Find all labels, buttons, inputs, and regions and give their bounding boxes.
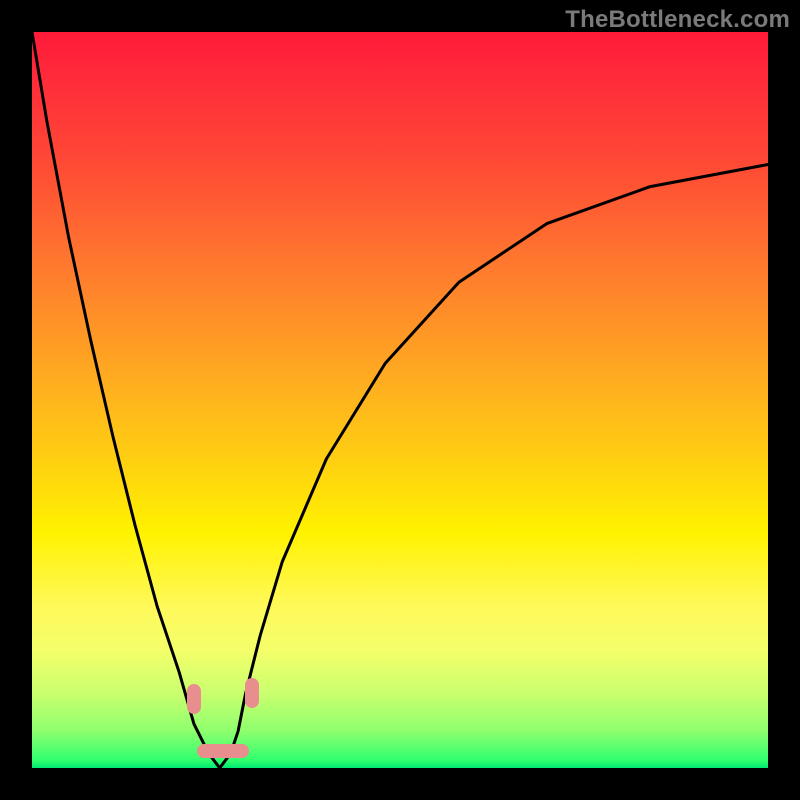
plot-area — [32, 32, 768, 768]
marker-right — [245, 678, 259, 708]
marker-bottom — [197, 744, 249, 758]
chart-frame: TheBottleneck.com — [0, 0, 800, 800]
bottleneck-curve — [32, 32, 768, 768]
marker-left — [187, 684, 201, 714]
watermark-text: TheBottleneck.com — [565, 6, 790, 34]
curve-path — [32, 32, 768, 768]
